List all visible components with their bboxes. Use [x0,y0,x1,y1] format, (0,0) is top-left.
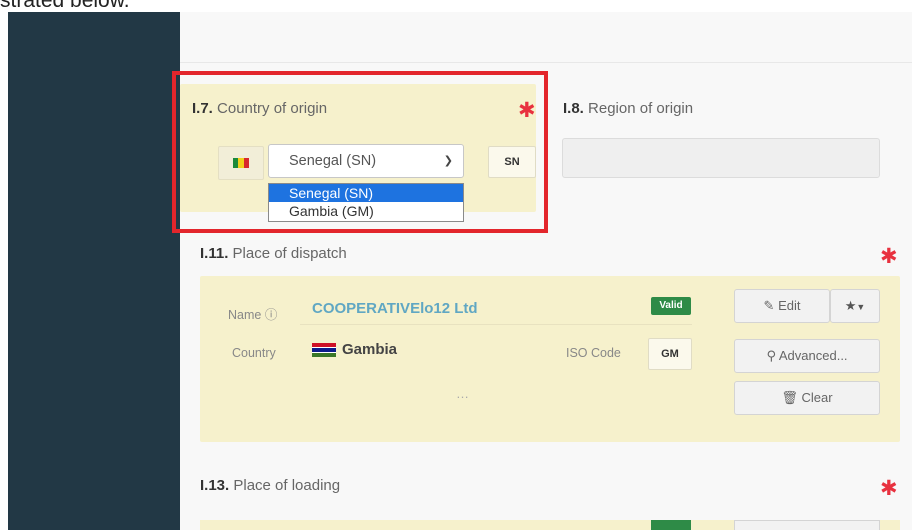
clear-button[interactable]: 🗑 Clear [734,381,880,415]
search-icon: ⚲ [766,348,776,363]
button-partial[interactable] [734,520,880,530]
more-dots[interactable]: … [456,386,470,401]
iso-code-box: GM [648,338,692,370]
region-of-origin-label: I.8. Region of origin [563,100,694,117]
required-icon: ✱ [880,245,898,268]
country-label: Country [232,346,276,360]
star-icon: ★ [844,298,857,313]
name-underline [300,324,692,325]
place-of-loading-label: I.13. Place of loading [200,477,341,494]
sidebar [8,12,180,530]
place-of-dispatch-label: I.11. Place of dispatch [200,245,347,262]
operator-name-link[interactable]: COOPERATIVElo12 Ltd [312,300,478,317]
caret-down-icon: ▼ [856,302,866,312]
region-of-origin-input[interactable] [562,138,880,178]
trash-icon: 🗑 [781,390,798,405]
cropped-caption: strated below. [0,0,250,12]
valid-badge-partial [651,520,691,530]
name-label: Name ⓘ [228,308,278,322]
edit-button[interactable]: ✎ Edit [734,289,830,323]
edit-icon: ✎ [763,298,775,313]
valid-badge: Valid [651,297,691,315]
gambia-flag-icon [312,343,336,357]
header-divider [180,62,912,63]
advanced-search-button[interactable]: ⚲ Advanced... [734,339,880,373]
iso-code-label: ISO Code [566,346,621,360]
favorite-dropdown-button[interactable]: ★▼ [830,289,880,323]
annotation-highlight-box [172,71,548,233]
required-icon: ✱ [880,477,898,500]
country-value: Gambia [342,341,398,358]
